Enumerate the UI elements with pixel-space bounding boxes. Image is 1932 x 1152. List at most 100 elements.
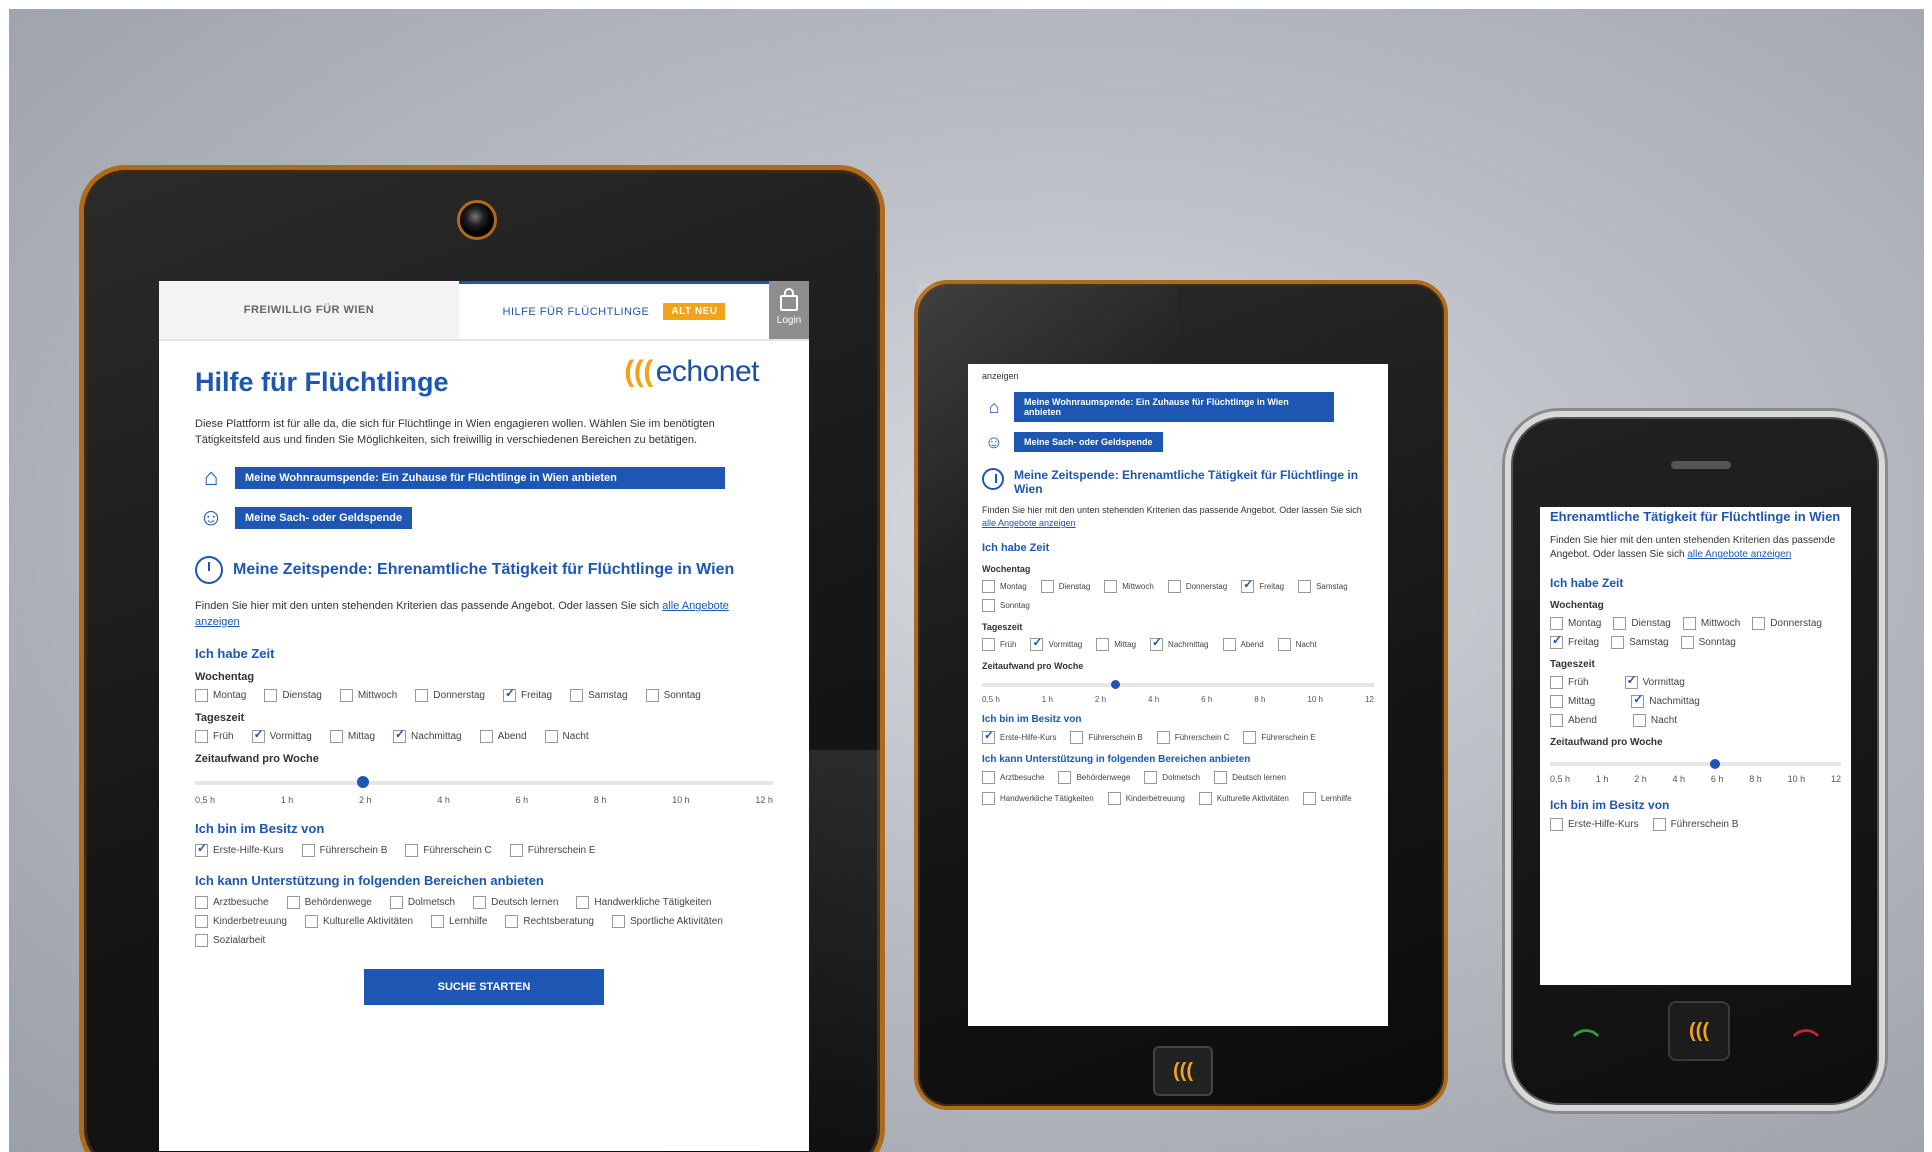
sach-button[interactable]: Meine Sach- oder Geldspende — [235, 507, 413, 529]
slider-knob[interactable] — [1111, 680, 1121, 689]
wohnraum-button[interactable]: Meine Wohnraumspende: Ein Zuhause für Fl… — [1014, 392, 1334, 422]
checkbox-tageszeiten[interactable]: Nacht — [1277, 638, 1317, 651]
call-end-icon[interactable]: ⌒ — [1793, 1023, 1819, 1060]
checkbox-box[interactable] — [982, 728, 995, 744]
checkbox-wochentage[interactable]: Donnerstag — [415, 689, 485, 702]
checkbox-box[interactable] — [1198, 792, 1212, 805]
checkbox-tageszeiten[interactable]: Abend — [479, 730, 527, 743]
checkbox-tageszeiten[interactable]: Nachmittag — [1150, 635, 1209, 651]
sach-button[interactable]: Meine Sach- oder Geldspende — [1014, 432, 1163, 452]
checkbox-tageszeiten[interactable]: Abend — [1222, 638, 1264, 651]
checkbox-box[interactable] — [479, 730, 493, 743]
checkbox-box[interactable] — [1096, 638, 1110, 651]
checkbox-box[interactable] — [576, 896, 590, 909]
checkbox-box[interactable] — [304, 915, 318, 928]
checkbox-tageszeiten[interactable]: Vormittag — [1624, 673, 1685, 689]
checkbox-wochentage[interactable]: Dienstag — [1613, 617, 1671, 630]
checkbox-box[interactable] — [1277, 638, 1291, 651]
checkbox-wochentage[interactable]: Donnerstag — [1167, 580, 1227, 593]
checkbox-box[interactable] — [1040, 580, 1054, 593]
checkbox-besitz[interactable]: Erste-Hilfe-Kurs — [195, 841, 284, 857]
checkbox-box[interactable] — [982, 771, 995, 784]
checkbox-wochentage[interactable]: Mittwoch — [1682, 617, 1740, 630]
checkbox-box[interactable] — [195, 915, 208, 928]
checkbox-tageszeiten[interactable]: Mittag — [1550, 695, 1595, 708]
checkbox-bereiche[interactable]: Lernhilfe — [431, 915, 487, 928]
checkbox-wochentage[interactable]: Montag — [195, 689, 246, 702]
checkbox-tageszeiten[interactable]: Abend — [1550, 714, 1597, 727]
checkbox-box[interactable] — [1070, 731, 1084, 744]
checkbox-besitz[interactable]: Führerschein E — [509, 844, 596, 857]
checkbox-box[interactable] — [286, 896, 300, 909]
checkbox-box[interactable] — [264, 689, 278, 702]
checkbox-tageszeiten[interactable]: Nachmittag — [1631, 692, 1700, 708]
checkbox-box[interactable] — [1652, 818, 1666, 831]
checkbox-bereiche[interactable]: Arztbesuche — [982, 771, 1044, 784]
checkbox-box[interactable] — [982, 792, 995, 805]
checkbox-wochentage[interactable]: Montag — [1550, 617, 1601, 630]
checkbox-bereiche[interactable]: Dolmetsch — [389, 896, 455, 909]
checkbox-wochentage[interactable]: Freitag — [1241, 577, 1284, 593]
checkbox-wochentage[interactable]: Mittwoch — [1104, 580, 1154, 593]
checkbox-tageszeiten[interactable]: Früh — [195, 730, 234, 743]
checkbox-box[interactable] — [1156, 731, 1170, 744]
checkbox-box[interactable] — [1680, 636, 1694, 649]
checkbox-box[interactable] — [982, 580, 995, 593]
checkbox-wochentage[interactable]: Samstag — [1298, 580, 1348, 593]
checkbox-box[interactable] — [301, 844, 315, 857]
checkbox-box[interactable] — [1550, 676, 1563, 689]
checkbox-box[interactable] — [1214, 771, 1228, 784]
checkbox-wochentage[interactable]: Montag — [982, 580, 1027, 593]
checkbox-box[interactable] — [1222, 638, 1236, 651]
checkbox-bereiche[interactable]: Kinderbetreuung — [195, 915, 287, 928]
checkbox-tageszeiten[interactable]: Vormittag — [1030, 635, 1082, 651]
checkbox-wochentage[interactable]: Samstag — [570, 689, 628, 702]
alle-angebote-link[interactable]: alle Angebote anzeigen — [1687, 549, 1791, 560]
checkbox-box[interactable] — [405, 844, 419, 857]
tab-freiwillig[interactable]: FREIWILLIG FÜR WIEN — [159, 281, 459, 339]
checkbox-wochentage[interactable]: Dienstag — [1040, 580, 1090, 593]
checkbox-tageszeiten[interactable]: Mittag — [1096, 638, 1136, 651]
checkbox-box[interactable] — [505, 915, 519, 928]
checkbox-bereiche[interactable]: Sozialarbeit — [195, 934, 265, 947]
home-button[interactable]: ((( — [1153, 1046, 1213, 1096]
checkbox-box[interactable] — [1613, 617, 1627, 630]
checkbox-box[interactable] — [544, 730, 558, 743]
checkbox-box[interactable] — [195, 730, 208, 743]
checkbox-box[interactable] — [1104, 580, 1118, 593]
checkbox-box[interactable] — [982, 599, 995, 612]
checkbox-box[interactable] — [1611, 636, 1625, 649]
call-accept-icon[interactable]: ⌒ — [1573, 1023, 1599, 1060]
tab-hilfe[interactable]: HILFE FÜR FLÜCHTLINGE ALT NEU — [459, 281, 769, 339]
checkbox-wochentage[interactable]: Donnerstag — [1752, 617, 1822, 630]
checkbox-box[interactable] — [1167, 580, 1181, 593]
checkbox-besitz[interactable]: Erste-Hilfe-Kurs — [982, 728, 1056, 744]
checkbox-box[interactable] — [1241, 577, 1255, 593]
login-button[interactable]: Login — [769, 281, 809, 339]
checkbox-besitz[interactable]: Führerschein B — [301, 844, 387, 857]
checkbox-wochentage[interactable]: Dienstag — [264, 689, 322, 702]
checkbox-box[interactable] — [1624, 673, 1638, 689]
checkbox-besitz[interactable]: Erste-Hilfe-Kurs — [1550, 818, 1639, 831]
checkbox-box[interactable] — [1107, 792, 1121, 805]
checkbox-box[interactable] — [195, 841, 208, 857]
checkbox-tageszeiten[interactable]: Vormittag — [251, 727, 312, 743]
checkbox-wochentage[interactable]: Sonntag — [1680, 636, 1736, 649]
checkbox-box[interactable] — [1550, 617, 1563, 630]
checkbox-tageszeiten[interactable]: Früh — [982, 638, 1016, 651]
checkbox-bereiche[interactable]: Sportliche Aktivitäten — [611, 915, 723, 928]
checkbox-box[interactable] — [473, 896, 487, 909]
checkbox-bereiche[interactable]: Kulturelle Aktivitäten — [304, 915, 413, 928]
checkbox-box[interactable] — [982, 638, 995, 651]
checkbox-wochentage[interactable]: Samstag — [1611, 636, 1669, 649]
checkbox-bereiche[interactable]: Behördenwege — [286, 896, 372, 909]
checkbox-besitz[interactable]: Führerschein B — [1070, 731, 1143, 744]
checkbox-box[interactable] — [431, 915, 445, 928]
checkbox-wochentage[interactable]: Sonntag — [982, 599, 1030, 612]
checkbox-wochentage[interactable]: Freitag — [502, 686, 552, 702]
checkbox-box[interactable] — [195, 689, 208, 702]
checkbox-box[interactable] — [195, 896, 208, 909]
checkbox-box[interactable] — [611, 915, 625, 928]
checkbox-box[interactable] — [1058, 771, 1072, 784]
checkbox-bereiche[interactable]: Handwerkliche Tätigkeiten — [576, 896, 712, 909]
